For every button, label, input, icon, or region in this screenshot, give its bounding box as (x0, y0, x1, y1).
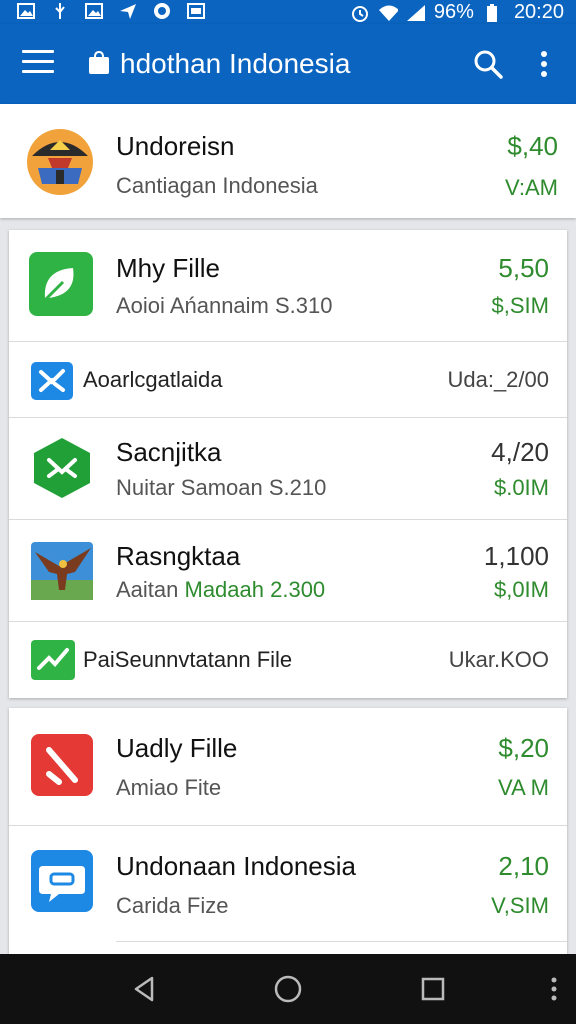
item-label: Aoarlcgatlaida (83, 367, 223, 392)
list-item[interactable]: Rasngktaa Aaitan Madaah 2.300 1,100 $,0I… (9, 520, 567, 622)
divider (116, 941, 567, 942)
list-card: Mhy Fille Aoioi Ańannaim S.310 5,50 $,SI… (9, 230, 567, 698)
item-price: $,20 (498, 733, 549, 763)
back-icon[interactable] (130, 974, 160, 1004)
list-item[interactable]: Sacnjitka Nuitar Samoan S.210 4,/20 $.0I… (9, 418, 567, 520)
home-icon[interactable] (273, 974, 303, 1004)
signal-icon (406, 4, 426, 22)
clock: 20:20 (513, 1, 564, 23)
list-item[interactable]: Mhy Fille Aoioi Ańannaim S.310 5,50 $,SI… (9, 230, 567, 342)
item-meta: $,0IM (493, 577, 549, 602)
green-check-app-icon (31, 640, 75, 680)
eagle-game-icon (31, 542, 93, 600)
item-title: Undonaan Indonesia (116, 851, 356, 881)
image-icon (16, 2, 36, 20)
wifi-icon (378, 4, 398, 22)
item-title: Rasngktaa (116, 541, 241, 571)
item-label: PaiSeunnvtatann File (83, 647, 293, 672)
usb-icon (50, 2, 70, 20)
item-subtitle: Cantiagan Indonesia (116, 173, 318, 198)
item-meta: V,SIM (491, 893, 549, 918)
image-icon (186, 2, 206, 20)
battery-icon (482, 3, 502, 22)
item-price: 1,100 (483, 541, 549, 571)
blue-x-app-icon (31, 362, 73, 400)
battery-percent: 96% (433, 1, 474, 23)
item-title: Mhy Fille (116, 253, 221, 283)
item-subtitle: Aaitan Madaah 2.300 (116, 577, 326, 602)
system-nav-bar (0, 954, 576, 1024)
item-price: 5,50 (498, 253, 549, 283)
list-item[interactable]: Undoreisn Cantiagan Indonesia $,40 V:AM (0, 104, 576, 218)
item-value: Ukar.KOO (448, 647, 549, 672)
list-item[interactable]: PaiSeunnvtatann File Ukar.KOO (9, 622, 567, 698)
app-bar: hdothan Indonesia (0, 24, 576, 104)
alarm-icon (350, 4, 370, 22)
menu-icon[interactable] (22, 50, 54, 78)
list-item[interactable]: Undonaan Indonesia Carida Fize 2,10 V,SI… (9, 826, 567, 942)
item-meta: $.0IM (493, 475, 549, 500)
send-icon (118, 2, 138, 20)
item-price: 4,/20 (491, 437, 549, 467)
blue-chat-app-icon (31, 850, 93, 912)
more-vert-icon[interactable] (534, 48, 554, 80)
item-title: Uadly Fille (116, 733, 238, 763)
item-subtitle: Aoioi Ańannaim S.310 (116, 293, 333, 318)
item-title: Undoreisn (116, 131, 235, 161)
list-item[interactable]: Aoarlcgatlaida Uda:_2/00 (9, 342, 567, 418)
item-price: 2,10 (498, 851, 549, 881)
item-meta: $,SIM (491, 293, 549, 318)
list-card: Uadly Fille Amiao Fite $,20 VA M Undonaa… (9, 708, 567, 954)
item-subtitle: Carida Fize (116, 893, 229, 918)
indonesia-temple-icon (26, 128, 94, 196)
green-leaf-app-icon (29, 252, 93, 316)
item-title: Sacnjitka (116, 437, 222, 467)
search-icon[interactable] (472, 48, 504, 80)
whatsapp-icon (152, 2, 172, 20)
item-subtitle: Nuitar Samoan S.210 (116, 475, 327, 500)
red-app-icon (31, 734, 93, 796)
image-icon (84, 2, 104, 20)
page-title: hdothan Indonesia (120, 48, 351, 79)
item-value: Uda:_2/00 (447, 367, 549, 392)
green-hexagon-app-icon (31, 436, 93, 500)
more-vert-icon[interactable] (544, 974, 564, 1004)
recents-icon[interactable] (418, 974, 448, 1004)
item-meta: V:AM (505, 175, 558, 200)
list-item[interactable]: Uadly Fille Amiao Fite $,20 VA M (9, 708, 567, 824)
item-price: $,40 (507, 131, 558, 161)
item-meta: VA M (498, 775, 549, 800)
list-card: Undoreisn Cantiagan Indonesia $,40 V:AM (0, 104, 576, 218)
item-subtitle: Amiao Fite (116, 775, 222, 800)
shopping-bag-icon (88, 50, 110, 75)
status-bar: 96% 20:20 (0, 0, 576, 24)
